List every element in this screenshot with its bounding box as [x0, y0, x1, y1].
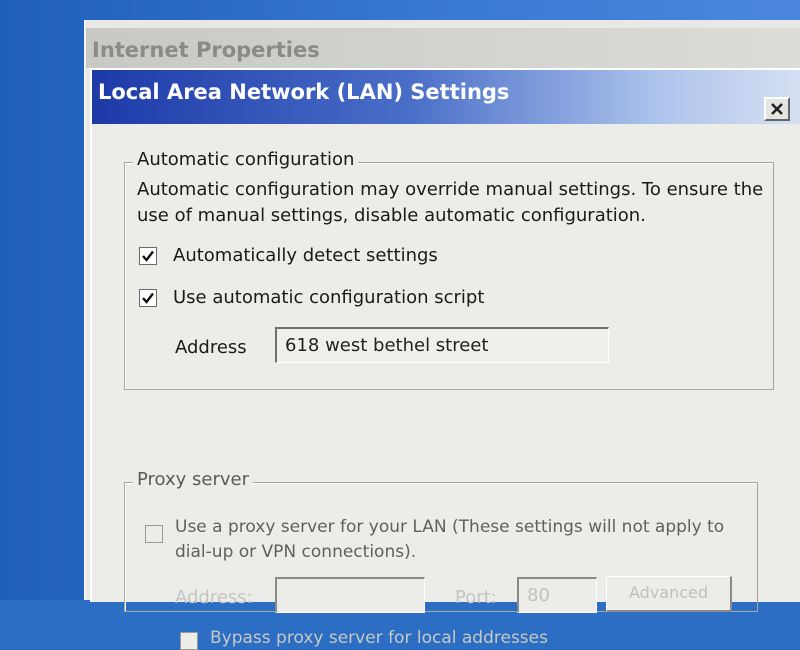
automatic-configuration-legend: Automatic configuration — [133, 149, 359, 170]
script-address-input[interactable]: 618 west bethel street — [275, 327, 609, 363]
close-button[interactable] — [764, 97, 790, 121]
proxy-address-input[interactable] — [275, 577, 425, 613]
checkmark-icon — [142, 250, 154, 262]
parent-titlebar: Internet Properties — [86, 28, 800, 68]
use-script-checkbox[interactable] — [139, 289, 157, 307]
use-proxy-label[interactable]: Use a proxy server for your LAN (These s… — [175, 515, 745, 565]
checkmark-icon — [142, 292, 154, 304]
use-script-label[interactable]: Use automatic configuration script — [173, 287, 484, 308]
proxy-address-label: Address: — [175, 587, 253, 608]
detect-settings-checkbox[interactable] — [139, 247, 157, 265]
proxy-port-label: Port: — [455, 587, 497, 608]
close-icon — [771, 103, 783, 115]
parent-window-title: Internet Properties — [92, 38, 320, 62]
proxy-port-input[interactable]: 80 — [517, 577, 597, 613]
detect-settings-label[interactable]: Automatically detect settings — [173, 245, 438, 266]
dialog-body: Automatic configuration Automatic config… — [92, 124, 800, 650]
proxy-server-legend: Proxy server — [133, 469, 254, 490]
dialog-title: Local Area Network (LAN) Settings — [98, 80, 510, 104]
bypass-local-label[interactable]: Bypass proxy server for local addresses — [210, 628, 548, 648]
advanced-button[interactable]: Advanced — [606, 576, 732, 612]
use-proxy-checkbox[interactable] — [145, 525, 163, 543]
lan-settings-dialog: Local Area Network (LAN) Settings Automa… — [90, 68, 800, 650]
automatic-configuration-group: Automatic configuration Automatic config… — [124, 149, 774, 390]
automatic-configuration-description: Automatic configuration may override man… — [137, 179, 764, 226]
dialog-titlebar[interactable]: Local Area Network (LAN) Settings — [92, 70, 800, 124]
bypass-local-checkbox[interactable] — [180, 632, 198, 650]
script-address-label: Address — [175, 337, 247, 358]
